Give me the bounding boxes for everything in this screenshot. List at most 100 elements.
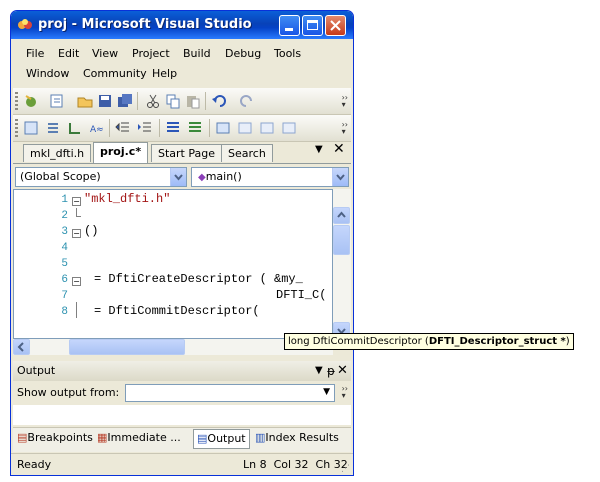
tab-label: Index Results xyxy=(265,431,339,444)
panel-dropdown-icon[interactable]: ▼ xyxy=(315,361,323,381)
redo-icon[interactable] xyxy=(239,93,255,109)
collapse-icon[interactable]: − xyxy=(72,277,81,286)
vertical-scrollbar[interactable] xyxy=(333,189,351,339)
menu-project[interactable]: Project xyxy=(132,47,170,60)
menu-help[interactable]: Help xyxy=(152,67,177,80)
code-line: = DftiCreateDescriptor ( &my_ xyxy=(94,272,303,286)
tab-search[interactable]: Search xyxy=(221,144,273,162)
complete-word-icon[interactable]: A≈ xyxy=(89,120,105,136)
menu-edit[interactable]: Edit xyxy=(58,47,79,60)
menu-community[interactable]: Community xyxy=(83,67,147,80)
output-panel-header[interactable]: Output ▼ ᵽ ✕ xyxy=(13,361,351,381)
toolbar-separator xyxy=(109,119,110,137)
code-line: () xyxy=(84,224,99,238)
pin-icon[interactable]: ᵽ xyxy=(327,361,335,381)
chevron-down-icon[interactable] xyxy=(170,168,186,186)
parameter-info-icon[interactable] xyxy=(67,120,83,136)
scroll-up-button[interactable] xyxy=(333,207,350,224)
tooltip-prefix: long DftiCommitDescriptor ( xyxy=(288,336,429,347)
toolbar-separator xyxy=(159,119,160,137)
undo-icon[interactable] xyxy=(211,93,227,109)
index-results-icon: ▥ xyxy=(255,431,266,444)
menu-debug[interactable]: Debug xyxy=(225,47,261,60)
line-number: 8 xyxy=(61,306,68,318)
svg-text:A≈: A≈ xyxy=(90,125,104,135)
line-number: 6 xyxy=(61,274,68,286)
window-title: proj - Microsoft Visual Studio xyxy=(38,17,252,32)
code-editor[interactable]: 1 − "mkl_dfti.h" 2 3 − () 4 5 6 − = Dfti… xyxy=(13,189,333,339)
cut-icon[interactable] xyxy=(145,93,161,109)
toolbar-grip[interactable] xyxy=(15,92,18,110)
close-document-icon[interactable]: ✕ xyxy=(333,141,345,157)
toolbar-overflow-icon[interactable]: ›› ▾ xyxy=(342,121,348,136)
toolbar-overflow-icon[interactable]: ›› ▾ xyxy=(342,94,348,109)
bookmark-icon[interactable] xyxy=(215,120,231,136)
menu-tools[interactable]: Tools xyxy=(274,47,301,60)
save-all-icon[interactable] xyxy=(117,93,133,109)
tab-immediate[interactable]: ▦Immediate ... xyxy=(97,429,181,447)
toolbar-separator xyxy=(205,92,206,110)
next-bookmark-icon[interactable] xyxy=(259,120,275,136)
object-browser-icon[interactable] xyxy=(23,120,39,136)
maximize-button[interactable] xyxy=(302,15,323,36)
menu-view[interactable]: View xyxy=(92,47,118,60)
scroll-thumb[interactable] xyxy=(69,339,185,355)
chevron-down-icon[interactable]: ▼ xyxy=(323,387,330,397)
menu-build[interactable]: Build xyxy=(183,47,211,60)
tab-output[interactable]: ▤Output xyxy=(193,429,250,449)
tab-proj-c[interactable]: proj.c* xyxy=(93,142,149,163)
outdent-icon[interactable] xyxy=(115,120,131,136)
clear-bookmarks-icon[interactable] xyxy=(281,120,297,136)
member-dropdown[interactable]: ◆main() xyxy=(191,167,349,187)
code-line: = DftiCommitDescriptor( xyxy=(94,304,260,318)
minimize-button[interactable] xyxy=(279,15,300,36)
line-number: 1 xyxy=(61,194,68,206)
fold-line xyxy=(76,302,77,318)
copy-icon[interactable] xyxy=(165,93,181,109)
tab-start-page[interactable]: Start Page xyxy=(151,144,222,162)
paste-icon[interactable] xyxy=(185,93,201,109)
output-panel-title: Output xyxy=(17,364,56,377)
tab-mkl-dfti-h[interactable]: mkl_dfti.h xyxy=(23,144,92,162)
open-file-icon[interactable] xyxy=(77,93,93,109)
tab-breakpoints[interactable]: ▤Breakpoints xyxy=(17,429,93,447)
output-toolbar: Show output from: ▼ ›› ▾ xyxy=(13,381,351,405)
list-members-icon[interactable] xyxy=(45,120,61,136)
standard-toolbar: ›› ▾ xyxy=(13,88,351,115)
tab-label: Immediate ... xyxy=(107,431,181,444)
uncomment-icon[interactable] xyxy=(187,120,203,136)
immediate-window-icon: ▦ xyxy=(97,431,108,444)
new-project-icon[interactable] xyxy=(23,93,39,109)
output-source-dropdown[interactable]: ▼ xyxy=(125,384,335,402)
title-bar[interactable]: proj - Microsoft Visual Studio xyxy=(11,11,353,39)
scroll-left-button[interactable] xyxy=(13,339,30,355)
menu-window[interactable]: Window xyxy=(26,67,69,80)
save-icon[interactable] xyxy=(97,93,113,109)
toolbar-grip[interactable] xyxy=(15,119,18,137)
vs-window: proj - Microsoft Visual Studio File Edit… xyxy=(10,10,354,476)
visual-studio-icon xyxy=(18,19,32,29)
scope-dropdown[interactable]: (Global Scope) xyxy=(15,167,187,187)
close-panel-icon[interactable]: ✕ xyxy=(337,361,348,381)
close-button[interactable] xyxy=(325,15,346,36)
tab-list-dropdown-icon[interactable]: ▼ xyxy=(315,144,323,155)
collapse-icon[interactable]: − xyxy=(72,197,81,206)
menu-bar: File Edit View Project Build Debug Tools… xyxy=(11,41,353,85)
line-number: 5 xyxy=(61,258,68,270)
line-number: 4 xyxy=(61,242,68,254)
chevron-down-icon[interactable] xyxy=(332,168,348,186)
tab-index-results[interactable]: ▥Index Results xyxy=(255,429,339,447)
prev-bookmark-icon[interactable] xyxy=(237,120,253,136)
menu-file[interactable]: File xyxy=(26,47,44,60)
indent-icon[interactable] xyxy=(137,120,153,136)
tooltip-suffix: ) xyxy=(565,336,570,347)
resize-grip-icon[interactable]: ⋰ xyxy=(341,458,350,475)
output-text-area[interactable] xyxy=(13,405,351,425)
scroll-thumb[interactable] xyxy=(333,225,350,255)
toolbar-overflow-icon[interactable]: ›› ▾ xyxy=(342,385,348,400)
line-number: 3 xyxy=(61,226,68,238)
add-item-icon[interactable] xyxy=(49,93,65,109)
comment-icon[interactable] xyxy=(165,120,181,136)
collapse-icon[interactable]: − xyxy=(72,229,81,238)
tooltip-parameter: DFTI_Descriptor_struct * xyxy=(428,336,566,347)
